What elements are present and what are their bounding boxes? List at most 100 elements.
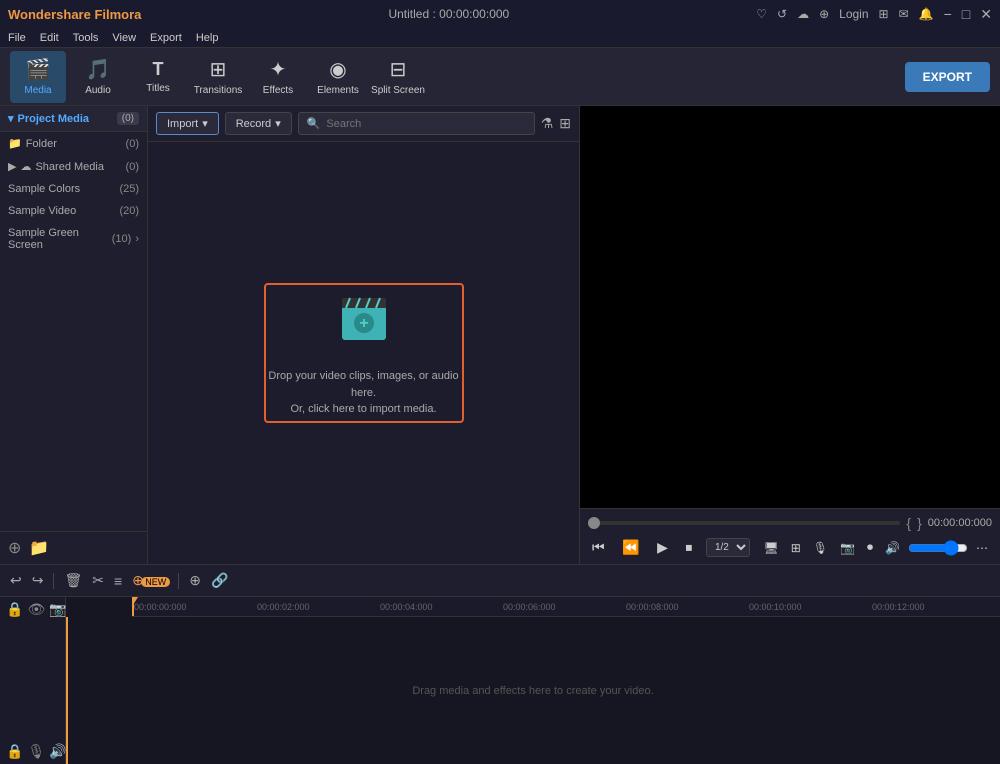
fullscreen-icon[interactable]: 🖥	[759, 539, 782, 557]
menu-bar: File Edit Tools View Export Help	[0, 28, 1000, 48]
undo-btn[interactable]: ↩	[8, 570, 24, 591]
filter-icon[interactable]: ⚗	[541, 115, 554, 132]
mic-icon[interactable]: 🎙	[809, 539, 832, 557]
volume2-icon[interactable]: 🔊	[49, 743, 66, 760]
maximize-btn[interactable]: □	[962, 6, 970, 22]
properties-btn[interactable]: ≡	[112, 571, 124, 591]
import-button[interactable]: Import ▾	[156, 112, 219, 135]
search-icon: 🔍	[307, 117, 321, 130]
prev-frame-btn[interactable]: ⏪	[618, 537, 643, 558]
add-folder-icon[interactable]: ⊕	[8, 538, 21, 558]
tool-splitscreen[interactable]: ⊟ Split Screen	[370, 51, 426, 103]
list-item[interactable]: Sample Green Screen (10) ›	[0, 222, 147, 256]
close-btn[interactable]: ✕	[980, 6, 992, 23]
title-bar: Wondershare Filmora Untitled : 00:00:00:…	[0, 0, 1000, 28]
lock-icon[interactable]: 🔒	[6, 601, 23, 618]
ruler-tick: 00:00:12:000	[872, 602, 925, 612]
window-title: Untitled : 00:00:00:000	[388, 7, 509, 21]
ruler-tick: 00:00:06:000	[503, 602, 556, 612]
menu-view[interactable]: View	[112, 32, 136, 44]
crop-icon[interactable]: ⊞	[787, 539, 805, 557]
minimize-btn[interactable]: −	[944, 6, 952, 22]
zoom-add-btn[interactable]: ⊕	[187, 570, 203, 591]
tool-titles[interactable]: T Titles	[130, 51, 186, 103]
folder-create-icon[interactable]: 📁	[29, 538, 49, 558]
menu-export[interactable]: Export	[150, 32, 182, 44]
grid-view-icon[interactable]: ⊞	[559, 115, 571, 132]
link-btn[interactable]: 🔗	[209, 570, 230, 591]
time-display: 00:00:00:000	[928, 517, 992, 529]
timeline-placeholder: Drag media and effects here to create yo…	[412, 685, 653, 697]
right-panel: { } 00:00:00:000 ⏮ ⏪ ▶ ⏹ 1/2 1/4 1 🖥 ⊞ 🎙	[580, 106, 1000, 564]
eye-icon[interactable]: 👁	[27, 601, 45, 618]
timeline: ↩ ↪ 🗑 ✂ ≡ ⊕ NEW ⊕ 🔗 🔒 👁 📷 🔒 🎙 🔊	[0, 564, 1000, 764]
timeline-content-area: 00:00:00:000 00:00:02:000 00:00:04:000 0…	[66, 597, 1000, 764]
playhead-triangle	[132, 597, 138, 605]
volume-icon[interactable]: 🔊	[881, 539, 904, 557]
tool-effects[interactable]: ✦ Effects	[250, 51, 306, 103]
folder-icon: 📁	[8, 137, 22, 150]
list-item[interactable]: 📁 Folder (0)	[0, 132, 147, 155]
record-video-icon[interactable]: ⏺	[863, 538, 877, 557]
cloud-icon[interactable]: ☁	[797, 7, 809, 21]
sync-icon[interactable]: ↺	[777, 7, 787, 21]
tool-titles-label: Titles	[146, 83, 170, 94]
redo-btn[interactable]: ↪	[30, 570, 46, 591]
mic2-icon[interactable]: 🎙	[27, 743, 45, 760]
dropzone[interactable]: + Drop your video clips, images, or audi…	[264, 283, 464, 423]
menu-file[interactable]: File	[8, 32, 26, 44]
elements-icon: ◉	[329, 57, 346, 82]
heart-icon[interactable]: ♡	[756, 7, 767, 21]
stop-btn[interactable]: ⏹	[681, 537, 696, 558]
menu-help[interactable]: Help	[196, 32, 219, 44]
tool-audio[interactable]: 🎵 Audio	[70, 51, 126, 103]
ruler-tick: 00:00:04:000	[380, 602, 433, 612]
svg-text:+: +	[359, 315, 368, 332]
clapper-svg: +	[334, 288, 394, 348]
cut-btn[interactable]: ✂	[90, 570, 106, 591]
more-options-icon[interactable]: ⋯	[972, 539, 992, 557]
list-item[interactable]: Sample Video (20)	[0, 200, 147, 222]
record-button[interactable]: Record ▾	[225, 112, 292, 135]
preview-timeline-bar[interactable]	[588, 521, 900, 525]
ruler-tick: 00:00:00:000	[134, 602, 187, 612]
item-count: (10)	[112, 233, 132, 245]
ruler-tick: 00:00:08:000	[626, 602, 679, 612]
preview-timeline-row: { } 00:00:00:000	[588, 515, 992, 531]
search-input[interactable]	[326, 118, 525, 130]
bell-icon[interactable]: 🔔	[919, 7, 934, 21]
play-btn[interactable]: ▶	[653, 537, 672, 558]
volume-slider[interactable]	[908, 540, 968, 556]
panel-title: Project Media	[18, 113, 90, 125]
tool-media[interactable]: 🎬 Media	[10, 51, 66, 103]
panel-header: ▾ Project Media (0)	[0, 106, 147, 132]
bracket-left-icon[interactable]: {	[906, 515, 911, 531]
bracket-right-icon[interactable]: }	[917, 515, 922, 531]
speed-select[interactable]: 1/2 1/4 1	[706, 538, 750, 557]
lock2-icon[interactable]: 🔒	[6, 743, 23, 760]
tool-transitions[interactable]: ⊞ Transitions	[190, 51, 246, 103]
timeline-handle[interactable]	[588, 517, 600, 529]
login-btn[interactable]: Login	[839, 7, 868, 21]
delete-btn[interactable]: 🗑	[62, 570, 84, 591]
menu-edit[interactable]: Edit	[40, 32, 59, 44]
print-icon[interactable]: ⊕	[819, 7, 829, 21]
playback-row: ⏮ ⏪ ▶ ⏹ 1/2 1/4 1 🖥 ⊞ 🎙 📷 ⏺ 🔊 ⋯	[588, 537, 992, 558]
menu-tools[interactable]: Tools	[73, 32, 99, 44]
snapshot-icon[interactable]: 📷	[836, 539, 859, 557]
timeline-content: Drag media and effects here to create yo…	[66, 617, 1000, 764]
grid-icon[interactable]: ⊞	[879, 7, 889, 21]
skip-back-btn[interactable]: ⏮	[588, 537, 609, 558]
export-button[interactable]: EXPORT	[905, 62, 990, 92]
list-item[interactable]: ▶ ☁ Shared Media (0)	[0, 155, 147, 178]
item-name: Sample Green Screen	[8, 227, 108, 251]
mail-icon[interactable]: ✉	[899, 7, 909, 21]
tool-elements[interactable]: ◉ Elements	[310, 51, 366, 103]
timeline-ruler: 00:00:00:000 00:00:02:000 00:00:04:000 0…	[132, 597, 1000, 617]
toolbar: 🎬 Media 🎵 Audio T Titles ⊞ Transitions ✦…	[0, 48, 1000, 106]
list-item[interactable]: Sample Colors (25)	[0, 178, 147, 200]
camera-icon[interactable]: 📷	[49, 601, 66, 618]
separator	[53, 573, 54, 589]
timeline-playhead[interactable]	[66, 617, 68, 764]
separator	[178, 573, 179, 589]
